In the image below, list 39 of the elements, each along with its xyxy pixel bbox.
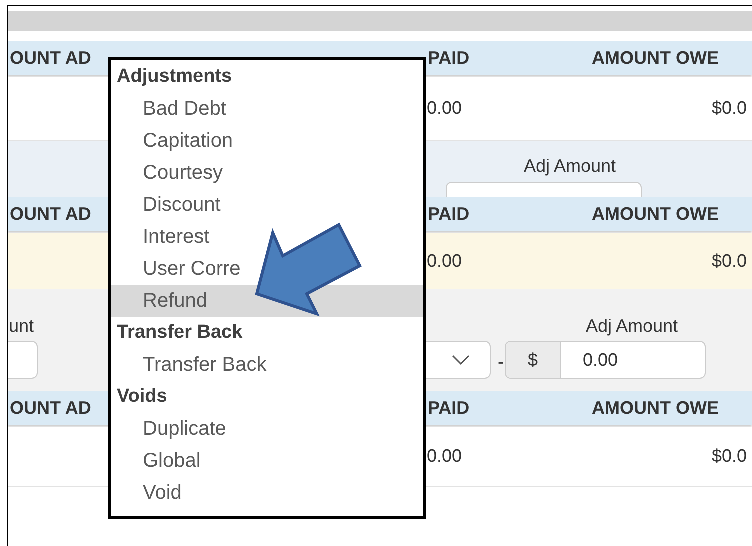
chevron-down-icon bbox=[452, 355, 470, 365]
column-header: PAID bbox=[427, 202, 471, 226]
field-label: Adj Amount bbox=[524, 155, 616, 178]
menu-item[interactable]: Discount bbox=[111, 189, 423, 221]
column-header: PAID bbox=[427, 396, 471, 420]
menu-item[interactable]: Interest bbox=[111, 221, 423, 253]
currency-addon: $ bbox=[506, 342, 561, 378]
menu-item[interactable]: User Corre bbox=[111, 253, 423, 285]
menu-item[interactable]: Global bbox=[111, 445, 423, 477]
menu-group-label: Voids bbox=[116, 384, 168, 409]
table-cell-text: 0.00 bbox=[427, 445, 464, 468]
amount-field[interactable] bbox=[8, 341, 38, 379]
column-header: OUNT AD bbox=[10, 48, 92, 68]
menu-item[interactable]: Bad Debt bbox=[111, 93, 423, 125]
menu-item[interactable]: Capitation bbox=[111, 125, 423, 157]
table-cell-text: 0.00 bbox=[427, 250, 464, 272]
column-header: OUNT AD bbox=[10, 398, 92, 418]
menu-group-label: Adjustments bbox=[116, 64, 234, 89]
amount-input[interactable]: $ 0.00 bbox=[505, 341, 706, 379]
input-value: 0.00 bbox=[582, 348, 618, 372]
menu-group-label: Transfer Back bbox=[116, 320, 244, 345]
table-cell-text: 0.00 bbox=[427, 97, 464, 120]
arrow-icon bbox=[255, 222, 362, 317]
column-header: PAID bbox=[427, 46, 471, 70]
table-cell-text: $0.0 bbox=[712, 445, 748, 468]
amount-field[interactable] bbox=[446, 182, 642, 197]
column-header: AMOUNT OWE bbox=[592, 202, 719, 226]
menu-item[interactable]: Duplicate bbox=[111, 413, 423, 445]
table-cell-text: $0.0 bbox=[712, 250, 748, 272]
separator-text: - bbox=[498, 351, 504, 374]
field-label: unt bbox=[9, 315, 34, 338]
field-label: Adj Amount bbox=[586, 315, 678, 338]
menu-item[interactable]: Courtesy bbox=[111, 157, 423, 189]
table-cell-text: $0.0 bbox=[712, 97, 748, 120]
menu-item[interactable]: Void bbox=[111, 477, 423, 509]
menu-item[interactable]: Transfer Back bbox=[111, 349, 423, 381]
column-header: AMOUNT OWE bbox=[592, 46, 719, 70]
column-header: OUNT AD bbox=[10, 204, 92, 224]
column-header: AMOUNT OWE bbox=[592, 396, 719, 420]
